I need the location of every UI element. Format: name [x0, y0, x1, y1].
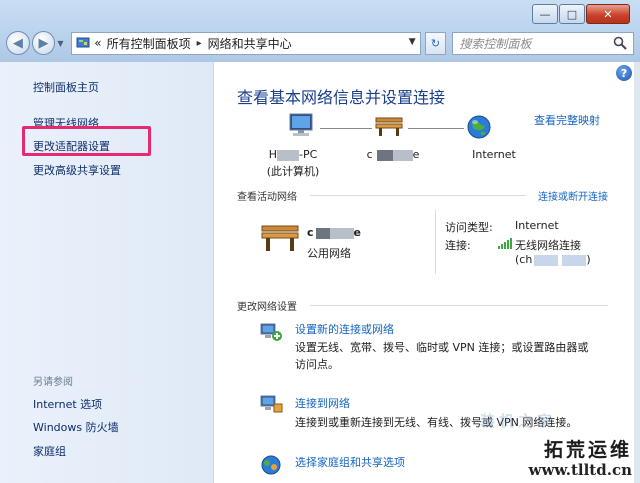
access-type-label: 访问类型: — [445, 221, 493, 234]
help-icon[interactable]: ? — [616, 65, 632, 81]
refresh-icon: ↻ — [430, 36, 441, 50]
connect-network-icon — [260, 395, 283, 413]
network-name-suffix: e — [353, 226, 361, 239]
computer-icon — [289, 113, 313, 136]
active-networks-header: 查看活动网络 — [237, 192, 297, 203]
access-type-value: Internet — [515, 219, 559, 232]
redacted-block — [392, 149, 413, 161]
address-bar[interactable]: « 所有控制面板项 ▸ 网络和共享中心 ▼ — [71, 31, 421, 55]
wifi-signal-icon — [498, 238, 512, 249]
public-network-bench-icon — [261, 225, 299, 251]
address-dropdown-icon[interactable]: ▼ — [409, 37, 416, 47]
navigation-bar: ◀ ▶ ▼ « 所有控制面板项 ▸ 网络和共享中心 ▼ ↻ 搜索控制面板 — [6, 30, 634, 56]
window-titlebar: — □ ✕ ◀ ▶ ▼ « 所有控制面板项 ▸ 网络和共享中心 ▼ ↻ 搜索控制… — [0, 0, 640, 62]
redacted-block — [276, 149, 299, 161]
refresh-button[interactable]: ↻ — [424, 31, 447, 55]
watermark-url: www.tlltd.cn — [528, 461, 632, 479]
vertical-divider — [435, 210, 436, 274]
node-router-label: ce — [358, 148, 428, 161]
recent-pages-dropdown[interactable]: ▼ — [57, 39, 67, 48]
wireless-ssid-link[interactable]: (ch) — [515, 253, 591, 266]
window-controls: — □ ✕ — [532, 4, 630, 24]
connector-pc-router — [320, 128, 372, 129]
task-connect-to-network[interactable]: 连接到网络 — [295, 395, 350, 411]
watermark-title: 拓荒运维 — [543, 439, 632, 461]
new-connection-icon — [260, 323, 282, 341]
search-icon[interactable] — [613, 36, 627, 50]
node-computer-label: H -PC (此计算机) — [258, 148, 328, 179]
task-setup-new-connection[interactable]: 设置新的连接或网络 — [295, 321, 394, 337]
redacted-block — [376, 149, 393, 161]
page-title: 查看基本网络信息并设置连接 — [237, 88, 446, 107]
annotation-highlight-box — [22, 126, 151, 156]
vertical-scrollbar[interactable] — [634, 62, 640, 483]
search-placeholder: 搜索控制面板 — [459, 36, 532, 51]
redacted-block — [315, 227, 330, 239]
back-button[interactable]: ◀ — [6, 31, 30, 55]
section-divider — [310, 305, 608, 306]
router-name-suffix: e — [412, 148, 420, 161]
main-content: ? 查看基本网络信息并设置连接 查看完整映射 H -PC (此计算机) ce In… — [214, 62, 634, 483]
sidebar-item-home[interactable]: 控制面板主页 — [33, 79, 99, 95]
redacted-block — [562, 254, 587, 266]
pc-name-suffix: -PC — [298, 148, 318, 161]
breadcrumb-separator[interactable]: ▸ — [197, 38, 202, 49]
task-setup-new-connection-desc: 设置无线、宽带、拨号、临时或 VPN 连接；或设置路由器或访问点。 — [295, 341, 589, 371]
pc-sub-label: (此计算机) — [266, 165, 320, 178]
address-chevrons[interactable]: « — [94, 36, 101, 50]
network-bench-icon — [375, 117, 403, 136]
breadcrumb-network-center[interactable]: 网络和共享中心 — [208, 35, 292, 52]
view-full-map-link[interactable]: 查看完整映射 — [534, 112, 600, 128]
task-homegroup-sharing[interactable]: 选择家庭组和共享选项 — [295, 454, 405, 470]
back-arrow-icon: ◀ — [12, 35, 23, 51]
router-name-prefix: c — [366, 148, 373, 161]
active-network-name: ce — [307, 226, 361, 239]
connection-label: 连接: — [445, 239, 471, 252]
maximize-button[interactable]: □ — [559, 4, 585, 24]
network-name-prefix: c — [307, 226, 314, 239]
breadcrumb-all-control-panel[interactable]: 所有控制面板项 — [107, 35, 191, 52]
ssid-suffix: ) — [586, 253, 591, 266]
ssid-prefix: (ch — [515, 253, 533, 266]
see-also-windows-firewall[interactable]: Windows 防火墙 — [33, 419, 119, 435]
see-also-homegroup[interactable]: 家庭组 — [33, 443, 66, 459]
forward-button[interactable]: ▶ — [31, 31, 56, 55]
connect-disconnect-link[interactable]: 连接或断开连接 — [538, 188, 608, 203]
search-input[interactable]: 搜索控制面板 — [452, 31, 634, 55]
control-panel-icon — [76, 37, 90, 48]
redacted-block — [534, 254, 559, 266]
network-type-link[interactable]: 公用网络 — [307, 245, 351, 261]
internet-globe-icon — [467, 115, 491, 139]
minimize-button[interactable]: — — [532, 4, 558, 24]
see-also-header: 另请参阅 — [33, 377, 73, 388]
sidebar-item-advanced-sharing[interactable]: 更改高级共享设置 — [33, 162, 121, 178]
redacted-block — [329, 227, 354, 239]
forward-arrow-icon: ▶ — [38, 35, 49, 51]
faint-watermark: 装机之家 — [480, 412, 557, 430]
node-internet-label: Internet — [472, 148, 516, 161]
pc-name-prefix: H — [268, 148, 277, 161]
homegroup-icon — [261, 455, 281, 475]
close-button[interactable]: ✕ — [586, 4, 630, 24]
change-settings-header: 更改网络设置 — [237, 302, 297, 313]
see-also-internet-options[interactable]: Internet 选项 — [33, 396, 102, 412]
site-watermark: 拓荒运维 www.tlltd.cn — [529, 440, 632, 480]
wireless-connection-link[interactable]: 无线网络连接 — [515, 237, 581, 253]
section-divider — [310, 195, 526, 196]
connector-router-internet — [408, 128, 464, 129]
